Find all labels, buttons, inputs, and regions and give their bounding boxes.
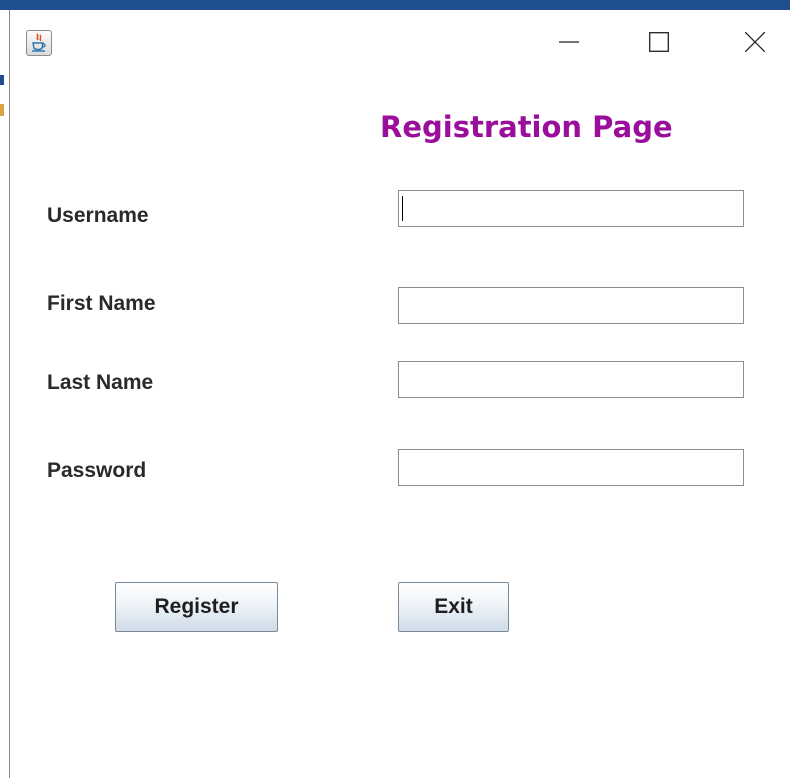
username-label: Username <box>47 204 149 227</box>
maximize-icon <box>649 32 669 52</box>
first-name-field[interactable] <box>398 287 744 324</box>
close-button[interactable] <box>732 25 778 59</box>
registration-window: Registration Page Username First Name La… <box>10 10 790 778</box>
close-icon <box>745 32 765 52</box>
username-field[interactable] <box>398 190 744 227</box>
text-caret <box>402 196 403 221</box>
background-window-edge <box>0 0 790 10</box>
minimize-icon <box>559 41 579 43</box>
exit-button[interactable]: Exit <box>398 582 509 632</box>
password-label: Password <box>47 459 147 482</box>
last-name-field[interactable] <box>398 361 744 398</box>
maximize-button[interactable] <box>636 25 682 59</box>
register-button[interactable]: Register <box>115 582 278 632</box>
page-title: Registration Page <box>380 110 673 144</box>
minimize-button[interactable] <box>546 25 592 59</box>
password-field[interactable] <box>398 449 744 486</box>
java-icon[interactable] <box>26 30 52 56</box>
title-bar[interactable] <box>10 10 790 72</box>
last-name-label: Last Name <box>47 371 154 394</box>
first-name-label: First Name <box>47 292 156 315</box>
background-window-left-edge <box>0 10 10 778</box>
